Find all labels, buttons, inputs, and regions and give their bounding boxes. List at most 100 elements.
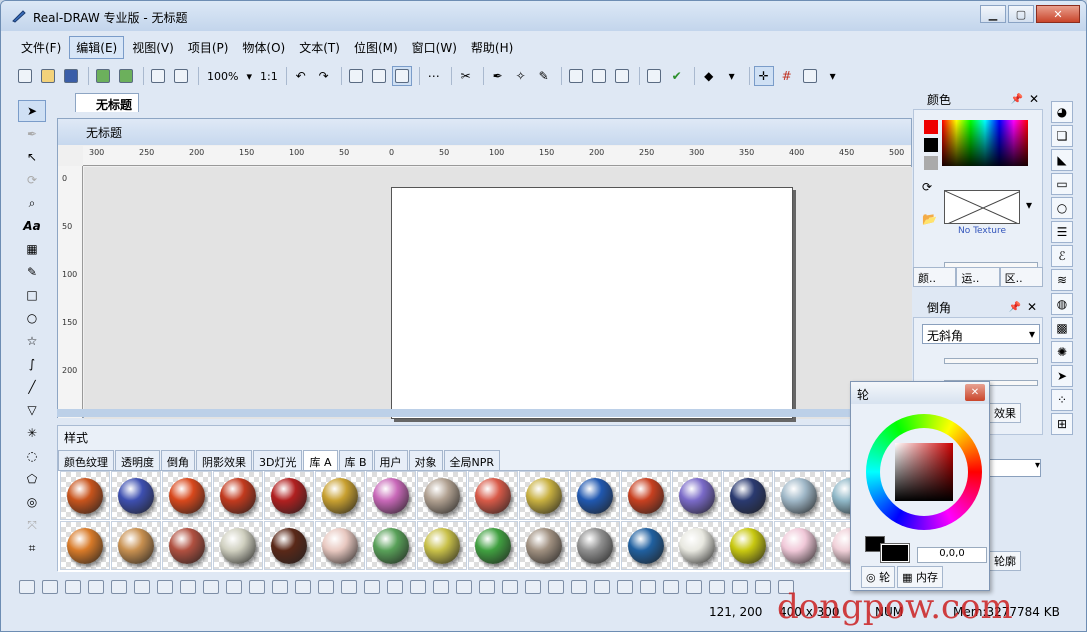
bottom-tool-icon[interactable]: [387, 580, 403, 594]
effects-tab[interactable]: 效果: [989, 403, 1021, 423]
bottom-tool-icon[interactable]: [456, 580, 472, 594]
refresh-icon[interactable]: ⟳: [922, 180, 932, 194]
redo-icon[interactable]: ↷: [314, 66, 334, 86]
maximize-button[interactable]: ▢: [1008, 5, 1034, 23]
bottom-tool-icon[interactable]: [111, 580, 127, 594]
brush-icon[interactable]: ✎: [534, 66, 554, 86]
combine-icon[interactable]: [391, 66, 412, 86]
line-style-icon[interactable]: ▭: [1051, 173, 1073, 195]
style-swatch[interactable]: [315, 471, 365, 520]
align-center-icon[interactable]: [589, 66, 609, 86]
style-swatch[interactable]: [723, 471, 773, 520]
sparkle-tool-icon[interactable]: ✳: [18, 422, 46, 444]
styles-tab[interactable]: 全局NPR: [443, 450, 501, 470]
style-swatch[interactable]: [621, 521, 671, 570]
folder-icon[interactable]: 📂: [922, 212, 937, 226]
style-swatch[interactable]: [570, 521, 620, 570]
paint-brush-icon[interactable]: ✎: [18, 261, 46, 283]
magic-wand-icon[interactable]: ✧: [511, 66, 531, 86]
color-wheel-icon[interactable]: ◕: [1051, 101, 1073, 123]
texture-dropdown-icon[interactable]: ▾: [1026, 198, 1032, 212]
color-spectrum[interactable]: [942, 120, 1028, 166]
new-file-icon[interactable]: [15, 66, 35, 86]
stripes-icon[interactable]: ≋: [1051, 269, 1073, 291]
style-swatch[interactable]: [366, 521, 416, 570]
line-tool-icon[interactable]: ╱: [18, 376, 46, 398]
frame-icon[interactable]: [644, 66, 664, 86]
group-icon[interactable]: [346, 66, 366, 86]
close-icon[interactable]: ✕: [1029, 92, 1039, 106]
bottom-tool-icon[interactable]: [571, 580, 587, 594]
polygon-tool-icon[interactable]: ☆: [18, 330, 46, 352]
text-tool-icon[interactable]: Aa: [18, 215, 46, 237]
style-swatch[interactable]: [213, 471, 263, 520]
grid-hash-icon[interactable]: #: [777, 66, 797, 86]
select-arrow-icon[interactable]: ➤: [18, 100, 46, 122]
paste-icon[interactable]: [171, 66, 191, 86]
target-tool-icon[interactable]: ◎: [18, 491, 46, 513]
more-dropdown-icon[interactable]: ▾: [823, 66, 843, 86]
eyedropper-icon[interactable]: ✒: [488, 66, 508, 86]
ratio-button[interactable]: 1:1: [260, 70, 278, 83]
style-swatch[interactable]: [468, 471, 518, 520]
style-swatch[interactable]: [213, 521, 263, 570]
style-swatch[interactable]: [264, 471, 314, 520]
pen-icon[interactable]: ✒: [18, 123, 46, 145]
bulb-icon[interactable]: ✺: [1051, 341, 1073, 363]
bottom-tool-icon[interactable]: [525, 580, 541, 594]
drawing-canvas[interactable]: [84, 167, 912, 419]
styles-tab[interactable]: 颜色纹理: [58, 450, 114, 470]
styles-tab[interactable]: 倒角: [161, 450, 195, 470]
bottom-tool-icon[interactable]: [180, 580, 196, 594]
dots-icon[interactable]: ⁘: [1051, 389, 1073, 411]
bottom-tool-icon[interactable]: [410, 580, 426, 594]
fill-tool-icon[interactable]: ▽: [18, 399, 46, 421]
style-swatch[interactable]: [60, 471, 110, 520]
style-swatch[interactable]: [162, 471, 212, 520]
bottom-tool-icon[interactable]: [686, 580, 702, 594]
image-tool-icon[interactable]: ▦: [18, 238, 46, 260]
grid-icon[interactable]: ⋯: [424, 66, 444, 86]
mosaic-icon[interactable]: ▩: [1051, 317, 1073, 339]
tab-region[interactable]: 区..: [999, 267, 1043, 287]
window-icon[interactable]: [800, 66, 820, 86]
style-swatch[interactable]: [162, 521, 212, 570]
close-icon[interactable]: ✕: [1027, 300, 1037, 314]
swatch-gray[interactable]: [924, 156, 938, 170]
scissors-icon[interactable]: ✂: [456, 66, 476, 86]
tab-wheel[interactable]: ◎ 轮: [861, 566, 896, 588]
menu-help[interactable]: 帮助(H): [465, 37, 519, 58]
open-folder-icon[interactable]: [38, 66, 58, 86]
script-icon[interactable]: ℰ: [1051, 245, 1073, 267]
page[interactable]: [391, 187, 793, 419]
grid-add-icon[interactable]: ⊞: [1051, 413, 1073, 435]
bottom-tool-icon[interactable]: [663, 580, 679, 594]
bottom-tool-icon[interactable]: [249, 580, 265, 594]
bottom-tool-icon[interactable]: [548, 580, 564, 594]
bottom-tool-icon[interactable]: [732, 580, 748, 594]
bottom-tool-icon[interactable]: [318, 580, 334, 594]
style-swatch[interactable]: [621, 471, 671, 520]
rotate-icon[interactable]: ⟳: [18, 169, 46, 191]
node-edit-icon[interactable]: ↖: [18, 146, 46, 168]
lower-panel-select[interactable]: ▾: [989, 459, 1041, 477]
style-swatch[interactable]: [417, 521, 467, 570]
snap-icon[interactable]: ✛: [753, 66, 774, 86]
stack-icon[interactable]: ☰: [1051, 221, 1073, 243]
styles-tab[interactable]: 3D灯光: [253, 450, 303, 470]
saturation-square[interactable]: [895, 443, 953, 501]
pin-icon[interactable]: 📌: [1009, 302, 1021, 313]
transform-tool-icon[interactable]: ⤧: [18, 514, 46, 536]
bottom-tool-icon[interactable]: [157, 580, 173, 594]
bottom-tool-icon[interactable]: [19, 580, 35, 594]
export-icon[interactable]: [116, 66, 136, 86]
bottom-tool-icon[interactable]: [640, 580, 656, 594]
zoom-select[interactable]: 100%: [207, 70, 238, 83]
bottom-tool-icon[interactable]: [502, 580, 518, 594]
styles-tab[interactable]: 对象: [408, 450, 443, 470]
style-swatch[interactable]: [468, 521, 518, 570]
bottom-tool-icon[interactable]: [709, 580, 725, 594]
bottom-tool-icon[interactable]: [755, 580, 771, 594]
bottom-tool-icon[interactable]: [226, 580, 242, 594]
style-swatch[interactable]: [366, 471, 416, 520]
